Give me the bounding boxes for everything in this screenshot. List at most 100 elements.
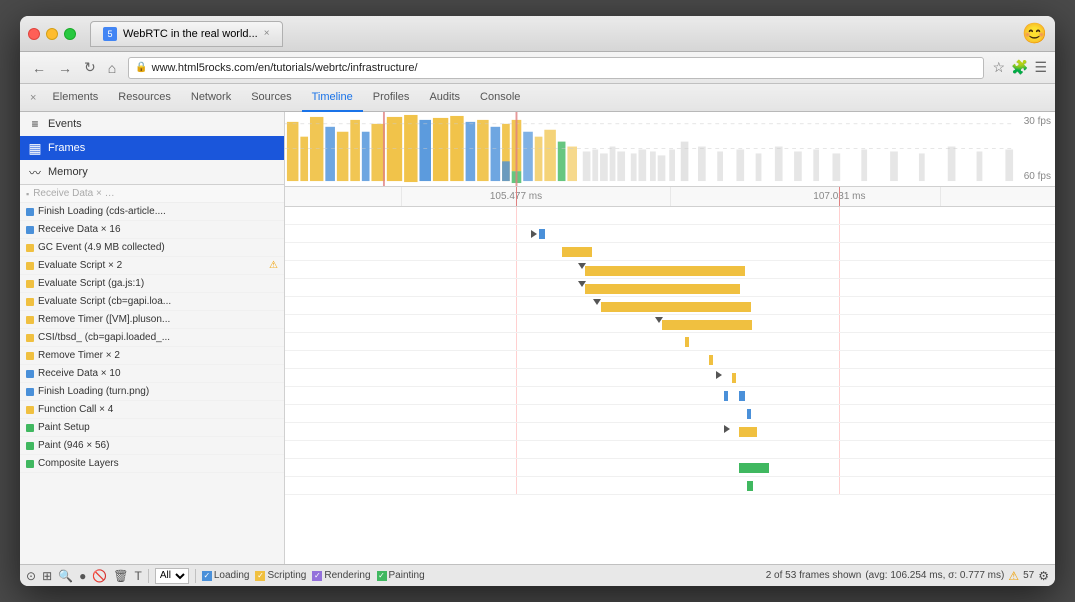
bookmark-icon[interactable]: ☆ [992, 59, 1005, 76]
timeline-row-3 [285, 279, 1055, 297]
timeline-panel: 30 fps 60 fps [285, 112, 1055, 564]
scripting-checkbox[interactable]: ✓ [255, 571, 265, 581]
event-row-csi[interactable]: CSI/tbsd_ (cb=gapi.loaded_... [20, 329, 284, 347]
settings-icon[interactable]: ⚙ [1038, 569, 1049, 583]
scripting-filter[interactable]: ✓ Scripting [255, 570, 306, 581]
sidebar-item-events[interactable]: ≡ Events [20, 112, 284, 136]
loading-checkbox[interactable]: ✓ [202, 571, 212, 581]
close-button[interactable] [28, 28, 40, 40]
tab-bar: 5 WebRTC in the real world... × [90, 21, 1016, 47]
timeline-row-14 [285, 477, 1055, 495]
event-row-composite[interactable]: Composite Layers [20, 455, 284, 473]
rendering-checkbox[interactable]: ✓ [312, 571, 322, 581]
event-tick [709, 355, 713, 365]
time-divider-right [839, 187, 840, 206]
sidebar-label-memory: Memory [48, 166, 88, 178]
avg-info: (avg: 106.254 ms, σ: 0.777 ms) [865, 570, 1004, 581]
event-label: Receive Data × 16 [38, 224, 278, 235]
event-row-receive-10[interactable]: Receive Data × 10 [20, 365, 284, 383]
event-dot [26, 424, 34, 432]
painting-checkbox[interactable]: ✓ [377, 571, 387, 581]
filter-select[interactable]: All [155, 568, 189, 584]
extensions-icon[interactable]: 🧩 [1011, 59, 1028, 76]
event-label: Evaluate Script × 2 [38, 260, 265, 271]
loading-label: Loading [214, 570, 250, 581]
event-label: Evaluate Script (ga.js:1) [38, 278, 278, 289]
event-row-finish-turn[interactable]: Finish Loading (turn.png) [20, 383, 284, 401]
event-dot [26, 334, 34, 342]
timeline-row-2 [285, 261, 1055, 279]
frame-count: 57 [1023, 570, 1034, 581]
url-bar[interactable]: 🔒 www.html5rocks.com/en/tutorials/webrtc… [128, 57, 984, 79]
warn-icon: ⚠ [269, 260, 278, 271]
frames-icon: ▦ [28, 140, 42, 157]
event-label: Composite Layers [38, 458, 278, 469]
tab-close-button[interactable]: × [264, 28, 270, 39]
tab-resources[interactable]: Resources [108, 84, 181, 112]
devtools-close[interactable]: × [24, 92, 42, 104]
event-row-paint-946[interactable]: Paint (946 × 56) [20, 437, 284, 455]
maximize-button[interactable] [64, 28, 76, 40]
url-text: www.html5rocks.com/en/tutorials/webrtc/i… [152, 62, 418, 74]
event-bar [562, 247, 592, 257]
event-row-receive-data-16[interactable]: Receive Data × 16 [20, 221, 284, 239]
event-row-paint-setup[interactable]: Paint Setup [20, 419, 284, 437]
event-dot [26, 298, 34, 306]
event-row-function-call[interactable]: Function Call × 4 [20, 401, 284, 419]
clear-icon[interactable]: ⊞ [42, 569, 52, 583]
tab-sources[interactable]: Sources [241, 84, 301, 112]
minimize-button[interactable] [46, 28, 58, 40]
refresh-button[interactable]: ↻ [80, 57, 100, 78]
triangle-marker [531, 230, 537, 238]
prohibited-icon[interactable]: 🚫 [92, 569, 107, 583]
loading-filter[interactable]: ✓ Loading [202, 570, 250, 581]
tab-timeline[interactable]: Timeline [302, 84, 363, 112]
event-dot [26, 442, 34, 450]
back-button[interactable]: ← [28, 58, 50, 78]
event-bar [662, 320, 752, 330]
event-row-finish-loading[interactable]: Finish Loading (cds-article.... [20, 203, 284, 221]
event-bar [585, 284, 740, 294]
home-button[interactable]: ⌂ [104, 58, 120, 78]
delete-icon[interactable]: 🗑 [113, 569, 128, 583]
sidebar-label-frames: Frames [48, 142, 85, 154]
event-dot [26, 262, 34, 270]
timeline-row-9 [285, 387, 1055, 405]
record-icon[interactable]: ⊙ [26, 569, 36, 583]
event-row-gc[interactable]: GC Event (4.9 MB collected) [20, 239, 284, 257]
event-row-remove-timer-2[interactable]: Remove Timer × 2 [20, 347, 284, 365]
scripting-label: Scripting [267, 570, 306, 581]
event-label: CSI/tbsd_ (cb=gapi.loaded_... [38, 332, 278, 343]
sidebar-item-frames[interactable]: ▦ Frames [20, 136, 284, 160]
rendering-filter[interactable]: ✓ Rendering [312, 570, 370, 581]
tab-audits[interactable]: Audits [419, 84, 470, 112]
timeline-row-8 [285, 369, 1055, 387]
event-row-eval-script-2[interactable]: Evaluate Script × 2 ⚠ [20, 257, 284, 275]
event-row-eval-cb[interactable]: Evaluate Script (cb=gapi.loa... [20, 293, 284, 311]
tab-network[interactable]: Network [181, 84, 241, 112]
event-dot [26, 316, 34, 324]
event-label: Evaluate Script (cb=gapi.loa... [38, 296, 278, 307]
events-icon: ≡ [28, 117, 42, 131]
dot-icon[interactable]: ● [79, 569, 86, 583]
event-row-remove-timer-vm[interactable]: Remove Timer ([VM].pluson... [20, 311, 284, 329]
tab-favicon: 5 [103, 27, 117, 41]
tab-console[interactable]: Console [470, 84, 530, 112]
search-icon[interactable]: 🔍 [58, 569, 73, 583]
devtools-tab-bar: × Elements Resources Network Sources Tim… [20, 84, 1055, 112]
tab-profiles[interactable]: Profiles [363, 84, 420, 112]
event-row-eval-ga[interactable]: Evaluate Script (ga.js:1) [20, 275, 284, 293]
status-icons: ⊙ ⊞ 🔍 ● 🚫 🗑 T [26, 569, 142, 583]
event-tick [685, 337, 689, 347]
forward-button[interactable]: → [54, 58, 76, 78]
browser-tab[interactable]: 5 WebRTC in the real world... × [90, 21, 283, 47]
menu-icon[interactable]: ☰ [1034, 59, 1047, 76]
grid-line [401, 187, 402, 206]
painting-filter[interactable]: ✓ Painting [377, 570, 425, 581]
sidebar-item-memory[interactable]: 〰 Memory [20, 160, 284, 184]
event-bar-green-small [747, 481, 753, 491]
text-icon[interactable]: T [135, 569, 142, 583]
tab-elements[interactable]: Elements [42, 84, 108, 112]
event-label: Finish Loading (cds-article.... [38, 206, 278, 217]
event-dot [26, 352, 34, 360]
